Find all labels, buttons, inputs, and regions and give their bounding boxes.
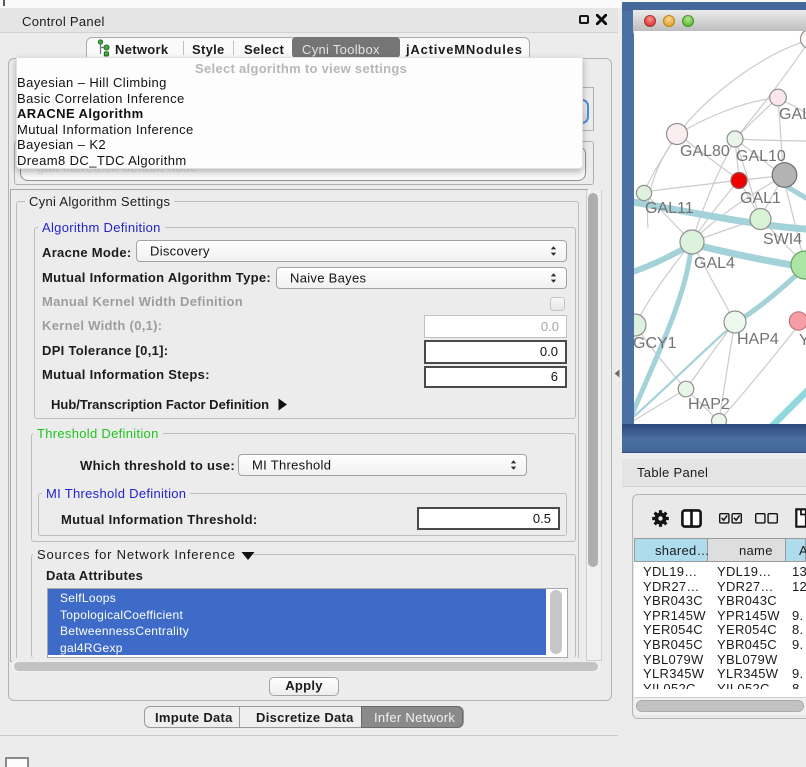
svg-text:HAP4: HAP4: [737, 331, 779, 348]
svg-text:HAP2: HAP2: [688, 396, 730, 413]
svg-text:SWI4: SWI4: [763, 231, 802, 248]
svg-text:GCY1: GCY1: [634, 335, 677, 352]
svg-text:Y: Y: [799, 332, 806, 349]
svg-text:GAL4: GAL4: [694, 255, 735, 272]
svg-text:GAL1: GAL1: [740, 190, 781, 207]
svg-text:GAL11: GAL11: [645, 200, 694, 217]
svg-text:GAL: GAL: [779, 106, 806, 123]
svg-text:GAL10: GAL10: [736, 148, 786, 165]
svg-text:GAL80: GAL80: [680, 143, 730, 160]
